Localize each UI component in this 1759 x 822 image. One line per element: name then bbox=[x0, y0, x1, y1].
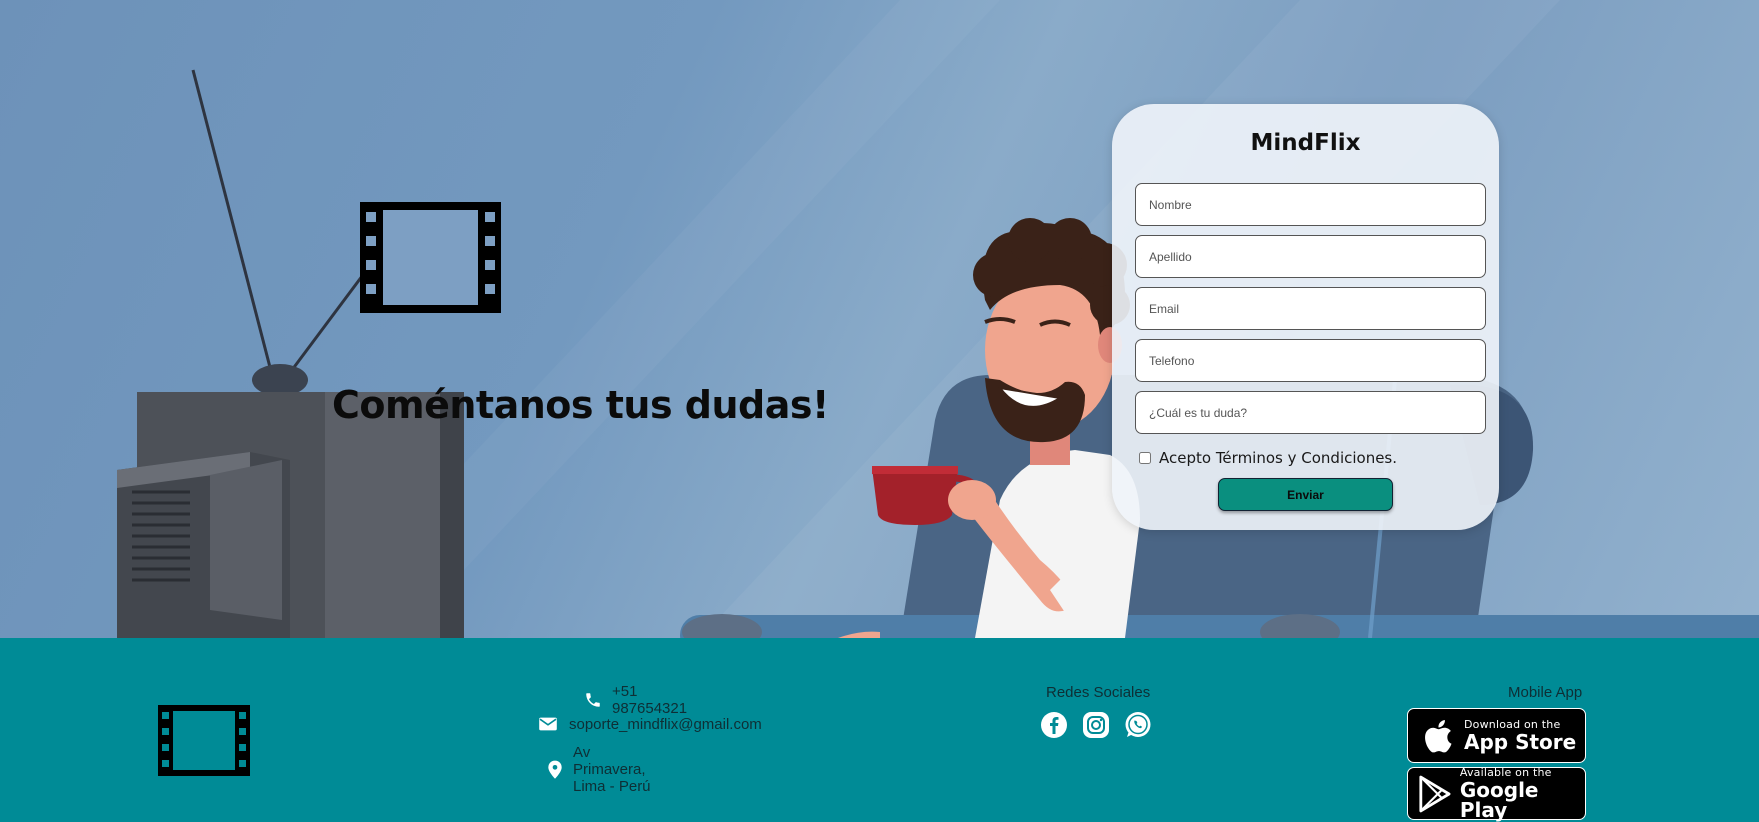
hero-section: Coméntanos tus dudas! MindFlix Acepto Té… bbox=[0, 0, 1759, 638]
app-store-small-text: Download on the bbox=[1464, 718, 1561, 731]
film-logo-icon bbox=[360, 202, 501, 313]
phone-input[interactable] bbox=[1135, 339, 1486, 382]
app-store-badge[interactable]: Download on the App Store bbox=[1407, 708, 1586, 763]
last-name-input[interactable] bbox=[1135, 235, 1486, 278]
mail-icon bbox=[537, 713, 559, 735]
footer-film-logo-icon bbox=[158, 705, 250, 776]
phone-text: +51 987654321 bbox=[612, 683, 688, 717]
social-links bbox=[1040, 711, 1152, 739]
form-brand-title: MindFlix bbox=[1250, 130, 1361, 156]
email-text: soporte_mindflix@gmail.com bbox=[569, 715, 762, 733]
instagram-icon[interactable] bbox=[1082, 711, 1110, 739]
footer: +51 987654321 soporte_mindflix@gmail.com… bbox=[0, 638, 1759, 822]
contact-address: Av Primavera, Lima - Perú bbox=[547, 744, 652, 795]
contact-phone: +51 987654321 bbox=[584, 683, 691, 717]
google-play-big-text: Google Play bbox=[1459, 778, 1539, 822]
location-pin-icon bbox=[547, 759, 563, 781]
submit-button[interactable]: Enviar bbox=[1218, 478, 1393, 511]
phone-icon bbox=[584, 689, 602, 711]
address-text: Av Primavera, Lima - Perú bbox=[573, 744, 651, 795]
mobile-app-title: Mobile App bbox=[1508, 684, 1583, 701]
contact-form-card: MindFlix Acepto Términos y Condiciones. … bbox=[1112, 104, 1499, 530]
terms-checkbox[interactable] bbox=[1139, 452, 1151, 464]
contact-email: soporte_mindflix@gmail.com bbox=[537, 713, 762, 735]
google-play-badge[interactable]: Available on the Google Play bbox=[1407, 767, 1586, 820]
facebook-icon[interactable] bbox=[1040, 711, 1068, 739]
page-title: Coméntanos tus dudas! bbox=[332, 383, 829, 427]
first-name-input[interactable] bbox=[1135, 183, 1486, 226]
question-input[interactable] bbox=[1135, 391, 1486, 434]
apple-icon bbox=[1425, 719, 1452, 752]
terms-row[interactable]: Acepto Términos y Condiciones. bbox=[1139, 449, 1397, 467]
email-input[interactable] bbox=[1135, 287, 1486, 330]
social-title: Redes Sociales bbox=[1046, 684, 1151, 701]
google-play-icon bbox=[1419, 775, 1451, 812]
whatsapp-icon[interactable] bbox=[1124, 711, 1152, 739]
google-play-small-text: Available on the bbox=[1459, 766, 1552, 779]
terms-label: Acepto Términos y Condiciones. bbox=[1159, 449, 1398, 467]
app-store-big-text: App Store bbox=[1464, 730, 1577, 754]
